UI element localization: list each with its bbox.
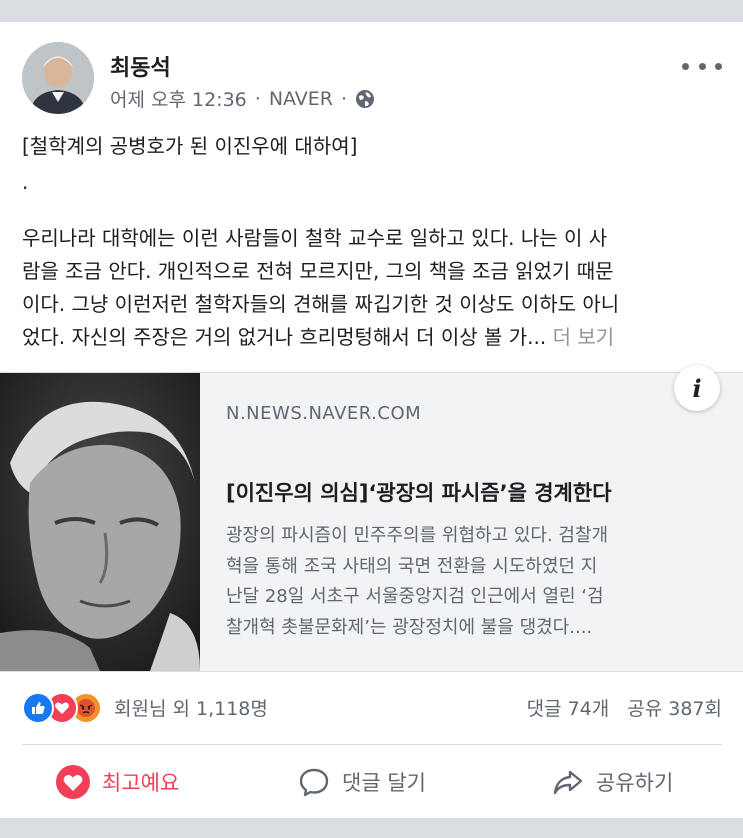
see-more-link[interactable]: 더 보기 [553, 325, 615, 349]
link-thumbnail[interactable] [0, 373, 200, 671]
link-description: 광장의 파시즘이 민주주의를 위협하고 있다. 검찰개 혁을 통해 조국 사태의… [226, 521, 726, 643]
love-filled-icon [56, 765, 90, 799]
link-domain: N.NEWS.NAVER.COM [226, 403, 422, 424]
post-body-line-last: 었다. 자신의 주장은 거의 없거나 흐리멍텅해서 더 이상 볼 가... 더 … [22, 321, 722, 354]
link-desc-line: 혁을 통해 조국 사태의 국면 전환을 시도하였던 지 [226, 555, 598, 577]
link-desc-line: 찰개혁 촛불문화제’는 광장정치에 불을 댕겼다.... [226, 616, 593, 638]
author-name[interactable]: 최동석 [110, 50, 171, 82]
author-avatar[interactable] [22, 42, 94, 114]
link-desc-line: 광장의 파시즘이 민주주의를 위협하고 있다. 검찰개 [226, 525, 609, 546]
post-stats: 회원님 외 1,118명 댓글 74개 공유 387회 [22, 690, 722, 726]
meta-separator: · [254, 87, 261, 110]
post-body-line: 이다. 그냥 이런저런 철학자들의 견해를 짜깁기한 것 이상도 이하도 아니 [22, 292, 620, 316]
share-label: 공유하기 [596, 771, 674, 795]
like-icon [22, 692, 54, 724]
post-meta: 어제 오후 12:36 · NAVER · [110, 85, 375, 112]
love-reaction-label: 최고예요 [102, 771, 180, 795]
post-title: [철학계의 공병호가 된 이진우에 대하여] [22, 134, 358, 158]
post-dot: . [22, 170, 29, 194]
post-source: NAVER [268, 87, 334, 110]
shares-count[interactable]: 공유 387회 [627, 694, 722, 721]
post-body-line: 우리나라 대학에는 이런 사람들이 철학 교수로 일하고 있다. 나는 이 사 [22, 226, 608, 250]
post-time[interactable]: 어제 오후 12:36 [110, 85, 247, 112]
post-body-line: 었다. 자신의 주장은 거의 없거나 흐리멍텅해서 더 이상 볼 가... [22, 325, 547, 349]
comment-label: 댓글 달기 [342, 771, 426, 795]
share-icon [553, 770, 583, 795]
comment-button[interactable]: 댓글 달기 [298, 760, 426, 804]
comment-icon [299, 768, 329, 797]
link-preview[interactable]: N.NEWS.NAVER.COM [이진우의 의심]‘광장의 파시즘’을 경계한… [0, 365, 743, 672]
share-button[interactable]: 공유하기 [552, 760, 673, 804]
post-header: 최동석 어제 오후 12:36 · NAVER · [22, 42, 722, 122]
post-card: 최동석 어제 오후 12:36 · NAVER · [철학계의 공병호가 된 이… [0, 22, 743, 818]
info-icon[interactable]: i [674, 365, 720, 411]
reactions-count[interactable]: 회원님 외 1,118명 [114, 694, 268, 721]
more-options-icon[interactable] [682, 56, 722, 76]
reaction-icons[interactable] [22, 692, 114, 724]
comments-count[interactable]: 댓글 74개 [527, 694, 610, 721]
action-bar: 최고예요 댓글 달기 공유하기 [0, 752, 743, 812]
meta-separator: · [341, 87, 348, 110]
divider [22, 744, 722, 745]
engagement-counts: 댓글 74개 공유 387회 [527, 694, 722, 721]
link-desc-line: 난달 28일 서초구 서울중앙지검 인근에서 열린 ‘검 [226, 586, 604, 607]
globe-icon [355, 89, 375, 109]
link-title[interactable]: [이진우의 의심]‘광장의 파시즘’을 경계한다 [226, 477, 612, 507]
post-body: 우리나라 대학에는 이런 사람들이 철학 교수로 일하고 있다. 나는 이 사 … [22, 222, 722, 354]
love-reaction-button[interactable]: 최고예요 [56, 760, 179, 804]
post-body-line: 람을 조금 안다. 개인적으로 전혀 모르지만, 그의 책을 조금 읽었기 때문 [22, 259, 614, 283]
